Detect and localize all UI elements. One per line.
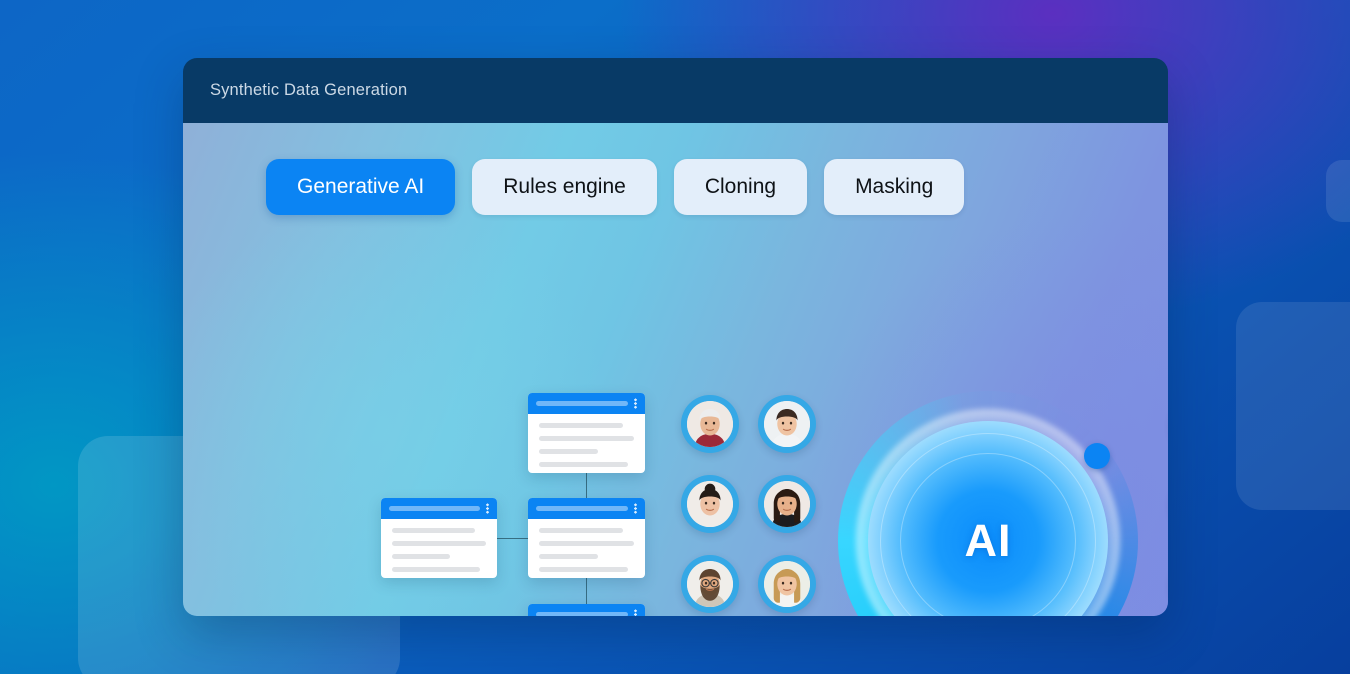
avatar-photo <box>764 561 810 607</box>
ai-orb[interactable]: AI <box>838 391 1138 616</box>
avatar-photo <box>687 481 733 527</box>
avatar-source-4[interactable] <box>758 475 816 533</box>
tab-masking[interactable]: Masking <box>824 159 965 215</box>
avatar-photo <box>687 401 733 447</box>
avatar-photo <box>687 561 733 607</box>
tab-generative-ai[interactable]: Generative AI <box>266 159 456 215</box>
avatar-source-1[interactable] <box>681 395 739 453</box>
avatar-source-6[interactable] <box>758 555 816 613</box>
avatar-source-3[interactable] <box>681 475 739 533</box>
ai-orb-inner-ring-2 <box>900 453 1076 616</box>
avatar-source-5[interactable] <box>681 555 739 613</box>
avatar-photo <box>764 481 810 527</box>
avatar-photo <box>764 401 810 447</box>
avatar-source-2[interactable] <box>758 395 816 453</box>
window-title: Synthetic Data Generation <box>210 81 408 99</box>
decorative-shape-right-top <box>1326 160 1350 222</box>
app-window: Synthetic Data Generation Generative AI R… <box>183 58 1168 616</box>
ai-orb-progress-dot <box>1084 443 1110 469</box>
decorative-shape-right-mid <box>1236 302 1350 510</box>
page-background: Synthetic Data Generation Generative AI R… <box>0 0 1350 674</box>
tab-cloning[interactable]: Cloning <box>673 159 808 215</box>
window-canvas: Generative AI Rules engine Cloning Masking <box>183 123 1168 616</box>
window-titlebar: Synthetic Data Generation <box>183 58 1168 123</box>
tab-bar: Generative AI Rules engine Cloning Masking <box>266 159 965 215</box>
tab-rules-engine[interactable]: Rules engine <box>472 159 657 215</box>
